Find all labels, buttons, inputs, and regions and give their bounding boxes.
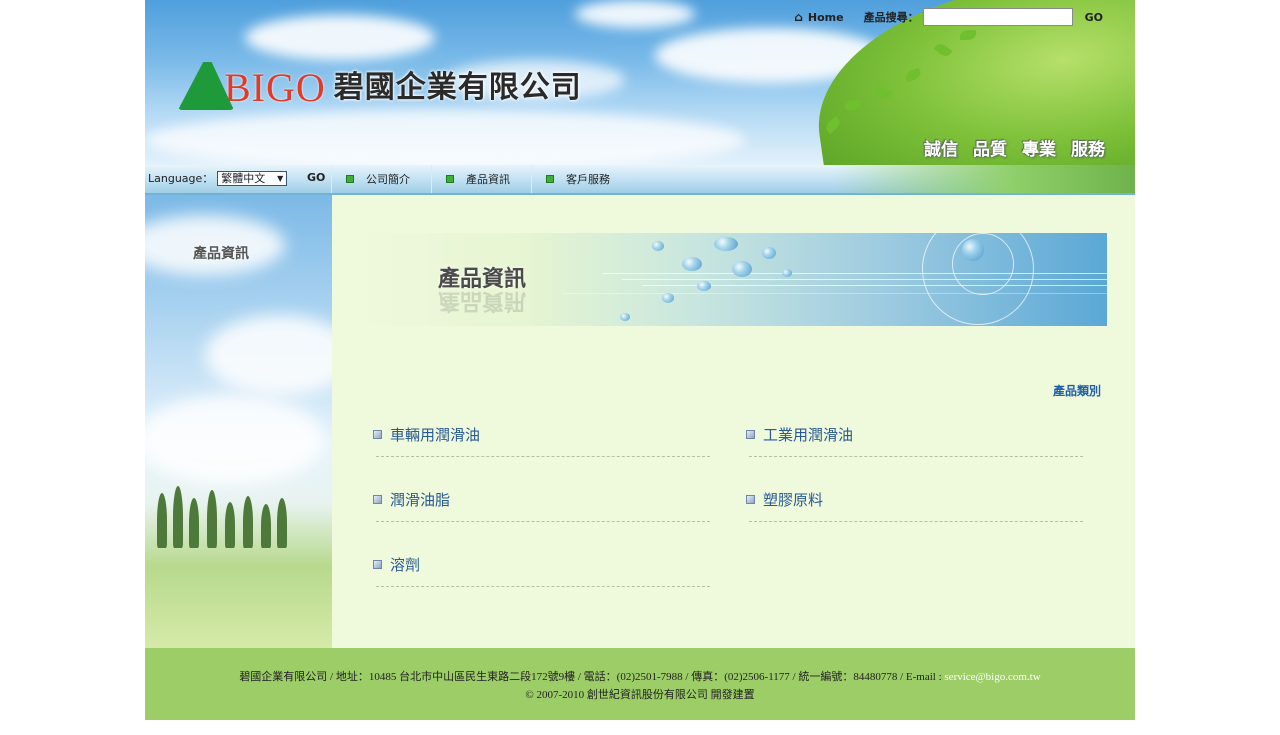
nav-item-customer-service[interactable]: 客戶服務 bbox=[531, 165, 630, 193]
category-label: 工業用潤滑油 bbox=[763, 428, 854, 444]
header: BIGO 碧國企業有限公司 ⌂ Home 產品搜尋： GO 誠信 品質 專業 服… bbox=[145, 0, 1135, 165]
bullet-icon bbox=[373, 430, 382, 439]
category-grease[interactable]: 潤滑油脂 bbox=[372, 486, 712, 526]
nav-bullet-icon bbox=[346, 175, 354, 183]
bullet-icon bbox=[746, 430, 755, 439]
company-name: 碧國企業有限公司 bbox=[333, 70, 582, 105]
home-label: Home bbox=[807, 10, 844, 24]
slogan-integrity: 誠信 bbox=[924, 140, 958, 160]
nav-item-label: 公司簡介 bbox=[366, 173, 410, 186]
language-select[interactable]: 繁體中文 ▼ bbox=[217, 170, 288, 186]
footer-copyright: © 2007-2010 創世紀資訊股份有限公司 開發建置 bbox=[525, 689, 755, 701]
slogan-service: 服務 bbox=[1071, 140, 1105, 160]
bullet-icon bbox=[373, 495, 382, 504]
banner-title-reflection: 產品資訊 bbox=[438, 288, 527, 313]
top-links: ⌂ Home 產品搜尋： GO bbox=[794, 8, 1103, 26]
footer-email-link[interactable]: service@bigo.com.tw bbox=[944, 671, 1040, 683]
nav-bullet-icon bbox=[546, 175, 554, 183]
category-label: 潤滑油脂 bbox=[390, 493, 451, 509]
language-selected-value: 繁體中文 bbox=[221, 172, 266, 185]
slogan-quality: 品質 bbox=[973, 140, 1007, 160]
footer: 碧國企業有限公司 / 地址：10485 台北市中山區民生東路二段172號9樓 /… bbox=[145, 648, 1135, 720]
divider bbox=[749, 521, 1083, 522]
section-banner: 產品資訊 產品資訊 bbox=[362, 233, 1107, 326]
home-icon: ⌂ bbox=[794, 10, 803, 24]
divider bbox=[376, 456, 710, 457]
slogan-professional: 專業 bbox=[1022, 140, 1056, 160]
home-link[interactable]: ⌂ Home bbox=[794, 10, 843, 24]
product-search-input[interactable] bbox=[922, 8, 1073, 26]
category-heading: 產品類別 bbox=[1052, 384, 1101, 398]
nav-item-company-profile[interactable]: 公司簡介 bbox=[331, 165, 430, 193]
dropdown-arrow-icon: ▼ bbox=[277, 173, 284, 183]
language-selector: Language： 繁體中文 ▼ bbox=[148, 170, 288, 186]
search-label: 產品搜尋： bbox=[863, 11, 919, 24]
language-label: Language： bbox=[148, 172, 214, 185]
main-navbar: Language： 繁體中文 ▼ GO 公司簡介 產品資訊 客戶服務 bbox=[145, 165, 1135, 195]
nav-item-product-info[interactable]: 產品資訊 bbox=[431, 165, 530, 193]
left-sidebar: 產品資訊 bbox=[145, 195, 332, 648]
category-plastic-materials[interactable]: 塑膠原料 bbox=[745, 486, 1085, 526]
category-label: 塑膠原料 bbox=[763, 493, 824, 509]
divider bbox=[376, 521, 710, 522]
divider bbox=[749, 456, 1083, 457]
logo-text: BIGO bbox=[224, 65, 326, 110]
footer-contact-line: 碧國企業有限公司 / 地址：10485 台北市中山區民生東路二段172號9樓 /… bbox=[145, 668, 1135, 684]
category-vehicle-lubricant[interactable]: 車輛用潤滑油 bbox=[372, 421, 712, 461]
category-label: 溶劑 bbox=[390, 558, 421, 574]
category-solvent[interactable]: 溶劑 bbox=[372, 551, 712, 591]
nav-item-label: 產品資訊 bbox=[466, 173, 510, 186]
nav-bullet-icon bbox=[446, 175, 454, 183]
footer-contact-text: 碧國企業有限公司 / 地址：10485 台北市中山區民生東路二段172號9樓 /… bbox=[239, 671, 942, 683]
slogans: 誠信 品質 專業 服務 bbox=[909, 135, 1105, 160]
category-label: 車輛用潤滑油 bbox=[390, 428, 481, 444]
company-logo[interactable]: BIGO 碧國企業有限公司 bbox=[178, 58, 582, 110]
bullet-icon bbox=[746, 495, 755, 504]
sidebar-title: 產品資訊 bbox=[193, 246, 249, 262]
bullet-icon bbox=[373, 560, 382, 569]
main-content: 產品資訊 產品資訊 產品類別 車輛用潤滑油 工業用潤滑油 潤滑油脂 塑膠原料 溶… bbox=[332, 195, 1135, 648]
nav-item-label: 客戶服務 bbox=[566, 173, 610, 186]
category-industrial-lubricant[interactable]: 工業用潤滑油 bbox=[745, 421, 1085, 461]
divider bbox=[376, 586, 710, 587]
language-go-button[interactable]: GO bbox=[307, 171, 325, 184]
navbar-grass-image bbox=[835, 165, 1135, 193]
search-go-button[interactable]: GO bbox=[1085, 11, 1103, 24]
page: BIGO 碧國企業有限公司 ⌂ Home 產品搜尋： GO 誠信 品質 專業 服… bbox=[145, 0, 1135, 720]
